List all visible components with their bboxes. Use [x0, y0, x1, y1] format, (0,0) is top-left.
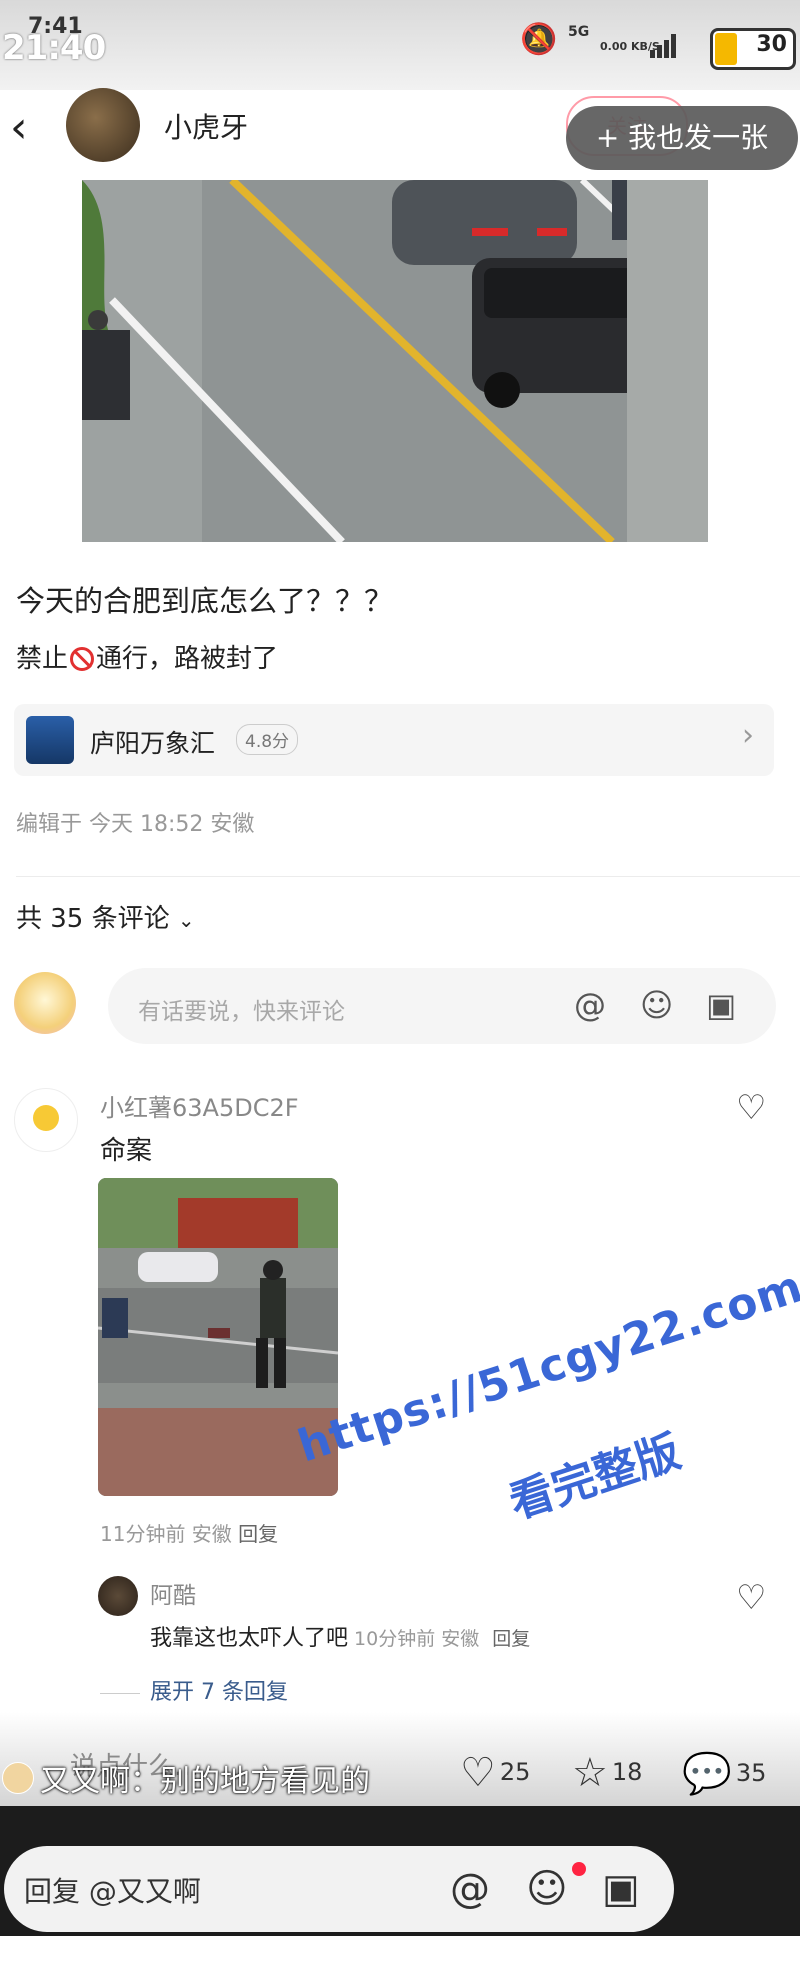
reply-like-icon[interactable]: ♡: [736, 1578, 766, 1618]
post-image[interactable]: [82, 180, 708, 542]
collect-count: 18: [611, 1758, 643, 1786]
comment-time-location: 11分钟前 安徽: [100, 1522, 232, 1546]
post-body-before: 禁止: [16, 644, 69, 674]
reply-placeholder: 回复 @又又啊: [24, 1875, 201, 1908]
reply-input[interactable]: 回复 @又又啊 @ ☺ ▣: [4, 1846, 674, 1932]
chevron-right-icon: ›: [742, 718, 754, 753]
no-entry-icon: [70, 647, 95, 671]
comment-bubble-icon: 💬: [682, 1751, 732, 1797]
comment-input-placeholder: 有话要说，快来评论: [138, 999, 345, 1025]
watermark-text: 看完整版: [503, 1426, 687, 1529]
like-button[interactable]: ♡ 25: [460, 1750, 530, 1796]
reply-time-location: 10分钟前 安徽: [354, 1628, 480, 1650]
commenter-avatar[interactable]: [14, 1088, 78, 1152]
author-avatar[interactable]: [66, 88, 140, 162]
comment-count[interactable]: 共 35 条评论 ⌄: [16, 898, 195, 935]
signal-bars-icon: [650, 34, 690, 58]
back-icon[interactable]: ‹: [10, 102, 28, 153]
comment-total: 35: [735, 1759, 767, 1787]
location-thumbnail: [26, 716, 74, 764]
location-name: 庐阳万象汇: [90, 729, 216, 758]
comment-input[interactable]: 有话要说，快来评论 @ ☺ ▣: [108, 968, 776, 1044]
emoji-icon[interactable]: ☺: [640, 986, 673, 1024]
comment-text: 命案: [100, 1136, 153, 1166]
battery-level: 30: [756, 32, 787, 57]
dash-divider: [100, 1692, 140, 1694]
mute-icon: 🔕: [520, 22, 558, 57]
collect-button[interactable]: ☆ 18: [572, 1750, 642, 1796]
post-same-button[interactable]: + 我也发一张: [566, 106, 798, 170]
comment-count-label: 共 35 条评论: [16, 904, 170, 934]
heart-icon: ♡: [460, 1750, 496, 1796]
mention-icon[interactable]: @: [450, 1866, 490, 1912]
divider: [16, 876, 800, 877]
comment-username[interactable]: 小红薯63A5DC2F: [100, 1088, 299, 1123]
reply-text-row: 我靠这也太吓人了吧 10分钟前 安徽 回复: [150, 1620, 530, 1652]
comment-button[interactable]: 💬 35: [682, 1750, 766, 1797]
comment-reply-button[interactable]: 回复: [238, 1522, 278, 1546]
danmu-avatar: [2, 1762, 34, 1794]
location-score: 4.8分: [236, 724, 299, 755]
post-title: 今天的合肥到底怎么了？？？: [16, 584, 394, 618]
signal-label: 5G: [568, 24, 590, 40]
battery-icon: 30: [710, 28, 796, 70]
reply-avatar[interactable]: [98, 1576, 138, 1616]
street-photo: [82, 180, 708, 542]
my-avatar: [14, 972, 76, 1034]
reply-username[interactable]: 阿酷: [150, 1576, 196, 1610]
location-card[interactable]: 庐阳万象汇 4.8分 ›: [14, 704, 774, 776]
post-body: 禁止 通行，路被封了: [16, 638, 278, 675]
mention-icon[interactable]: @: [574, 986, 606, 1024]
danmu-text: 又又啊：别的地方看见的: [40, 1764, 370, 1799]
post-body-after: 通行，路被封了: [96, 644, 279, 674]
comment-meta: 11分钟前 安徽 回复: [100, 1518, 278, 1547]
like-count: 25: [499, 1758, 531, 1786]
image-icon[interactable]: ▣: [602, 1866, 640, 1912]
notification-dot: [572, 1862, 586, 1876]
reply-reply-button[interactable]: 回复: [492, 1628, 530, 1650]
edited-info: 编辑于 今天 18:52 安徽: [16, 812, 255, 837]
star-icon: ☆: [572, 1750, 608, 1796]
status-time: 21:40: [2, 28, 106, 68]
image-icon[interactable]: ▣: [706, 986, 736, 1024]
emoji-icon[interactable]: ☺: [526, 1866, 568, 1912]
expand-replies-label: 展开 7 条回复: [150, 1680, 288, 1705]
watermark-url: https://51cgy22.com: [292, 1261, 800, 1473]
reply-text: 我靠这也太吓人了吧: [150, 1626, 349, 1651]
comment-like-icon[interactable]: ♡: [736, 1088, 766, 1128]
duck-icon: [33, 1105, 59, 1131]
author-name[interactable]: 小虎牙: [164, 106, 248, 146]
chevron-down-icon: ⌄: [177, 908, 195, 932]
expand-replies[interactable]: 展开 7 条回复: [100, 1674, 288, 1706]
